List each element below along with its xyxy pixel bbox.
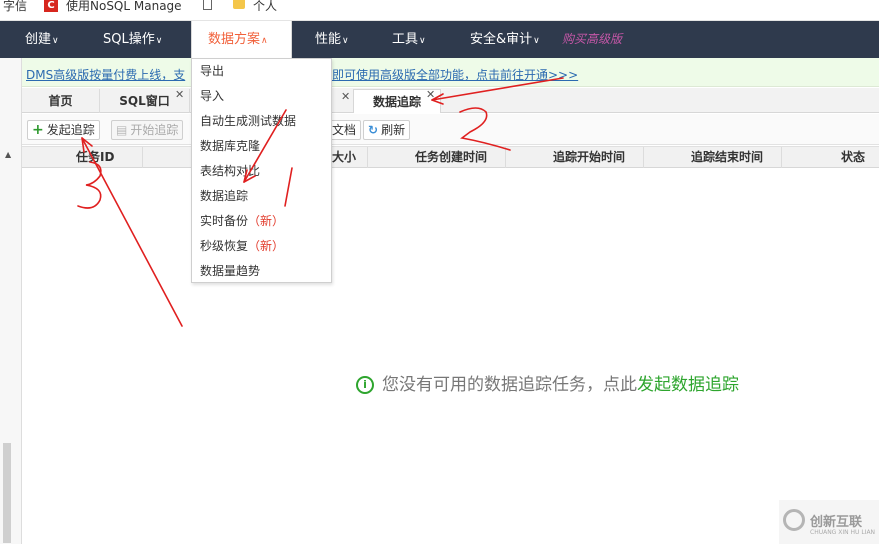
banner-link[interactable]: 即可使用高级版全部功能，点击前往开通>>> [332,66,578,83]
column-header-created-time[interactable]: 任务创建时间 [415,147,487,168]
bookmark-item[interactable]: 字信 [3,0,27,14]
table-header: 任务ID 大小 任务创建时间 追踪开始时间 追踪结束时间 状态 [22,146,879,168]
left-scroll-rail: ▲ [0,58,22,544]
close-icon[interactable]: ✕ [341,91,350,103]
toolbar: + 发起追踪 ▤ 开始追踪 文档 ↻ 刷新 [22,114,879,145]
close-icon[interactable]: ✕ [175,89,184,101]
menu-item-import[interactable]: 导入 [200,88,224,104]
bookmark-item[interactable]: 使用NoSQL Manage [66,0,182,14]
nav-security-audit[interactable]: 安全&审计∨ [462,21,548,58]
chevron-down-icon: ∨ [155,36,163,46]
column-divider [643,147,644,168]
button-label: 发起追踪 [46,123,95,137]
menu-item-realtime-backup[interactable]: 实时备份（新） [200,213,284,229]
column-divider [142,147,143,168]
button-label: 刷新 [381,123,406,137]
column-header-track-end[interactable]: 追踪结束时间 [691,147,763,168]
chevron-down-icon: ∨ [342,36,349,46]
buy-premium-link[interactable]: 购买高级版 [562,21,622,58]
bookmark-favicon-icon: C [44,0,58,12]
menu-item-data-tracking[interactable]: 数据追踪 [200,188,248,204]
column-header-track-start[interactable]: 追踪开始时间 [553,147,625,168]
watermark-subtext: CHUANG XIN HU LIAN [810,529,876,536]
chevron-down-icon: ∨ [533,36,540,46]
new-badge: （新） [248,214,285,228]
nav-label: 创建 [25,32,52,47]
column-divider [781,147,782,168]
chevron-down-icon: ∨ [52,36,59,46]
refresh-button[interactable]: ↻ 刷新 [363,120,411,140]
begin-tracking-button[interactable]: ▤ 开始追踪 [111,120,184,140]
column-divider [367,147,368,168]
chevron-down-icon: ∨ [419,36,426,46]
tab-home[interactable]: 首页 [22,89,100,113]
logo-icon [783,509,805,531]
menu-item-label: 实时备份 [200,214,249,228]
menu-item-generate-test-data[interactable]: 自动生成测试数据 [200,113,296,129]
menu-item-data-volume-trend[interactable]: 数据量趋势 [200,263,260,279]
main-nav: 创建∨ SQL操作∨ 数据方案∧ 性能∨ 工具∨ 安全&审计∨ 购买高级版 [0,21,879,58]
chevron-up-icon: ∧ [261,36,268,46]
close-icon[interactable]: ✕ [426,89,435,101]
menu-item-export[interactable]: 导出 [200,63,224,79]
annotation-number-3 [77,161,102,209]
refresh-icon: ↻ [368,123,379,137]
button-label: 文档 [332,123,357,137]
nav-label: SQL操作 [103,32,155,47]
data-scheme-dropdown: 导出 导入 自动生成测试数据 数据库克隆 表结构对比 数据追踪 实时备份（新） … [191,58,332,283]
folder-icon [233,0,245,9]
column-header-task-id[interactable]: 任务ID [76,147,114,168]
empty-state-text: 您没有可用的数据追踪任务，点此 [382,375,637,395]
column-header-size[interactable]: 大小 [332,147,356,168]
nav-label: 数据方案 [208,32,261,47]
menu-item-instant-restore[interactable]: 秒级恢复（新） [200,238,284,254]
doc-button[interactable]: 文档 [328,120,362,140]
nav-performance[interactable]: 性能∨ [307,21,357,58]
nav-tools[interactable]: 工具∨ [384,21,434,58]
bookmark-folder-label[interactable]: 个人 [253,0,277,14]
page-icon[interactable] [203,0,212,10]
empty-state: i 您没有可用的数据追踪任务，点此发起数据追踪 [356,374,739,396]
nav-data-scheme[interactable]: 数据方案∧ [191,21,292,58]
plus-icon: + [32,122,44,138]
banner-link[interactable]: DMS高级版按量付费上线，支 [26,66,185,83]
nav-label: 安全&审计 [470,32,533,47]
promo-banner: DMS高级版按量付费上线，支 即可使用高级版全部功能，点击前往开通>>> [22,58,879,87]
nav-label: 工具 [392,32,419,47]
nav-label: 性能 [315,32,342,47]
column-divider [505,147,506,168]
menu-item-schema-compare[interactable]: 表结构对比 [200,163,260,179]
scroll-up-icon[interactable]: ▲ [5,150,11,159]
new-badge: （新） [248,239,285,253]
column-header-status[interactable]: 状态 [841,147,865,168]
menu-item-label: 秒级恢复 [200,239,249,253]
nav-create[interactable]: 创建∨ [17,21,67,58]
start-tracking-button[interactable]: + 发起追踪 [27,120,100,140]
info-icon: i [356,376,374,394]
menu-item-db-clone[interactable]: 数据库克隆 [200,138,260,154]
watermark-text: 创新互联 [810,515,863,530]
nav-sql[interactable]: SQL操作∨ [95,21,170,58]
tab-strip: 首页 SQL窗口 ✕ ✕ 数据追踪 ✕ [22,88,879,113]
start-tracking-link[interactable]: 发起数据追踪 [637,375,739,395]
scrollbar-thumb[interactable] [3,443,11,543]
watermark: 创新互联 CHUANG XIN HU LIAN [779,500,879,544]
bookmark-bar: 字信 C 使用NoSQL Manage 个人 [0,0,879,21]
document-icon: ▤ [116,123,128,137]
button-label: 开始追踪 [130,123,179,137]
